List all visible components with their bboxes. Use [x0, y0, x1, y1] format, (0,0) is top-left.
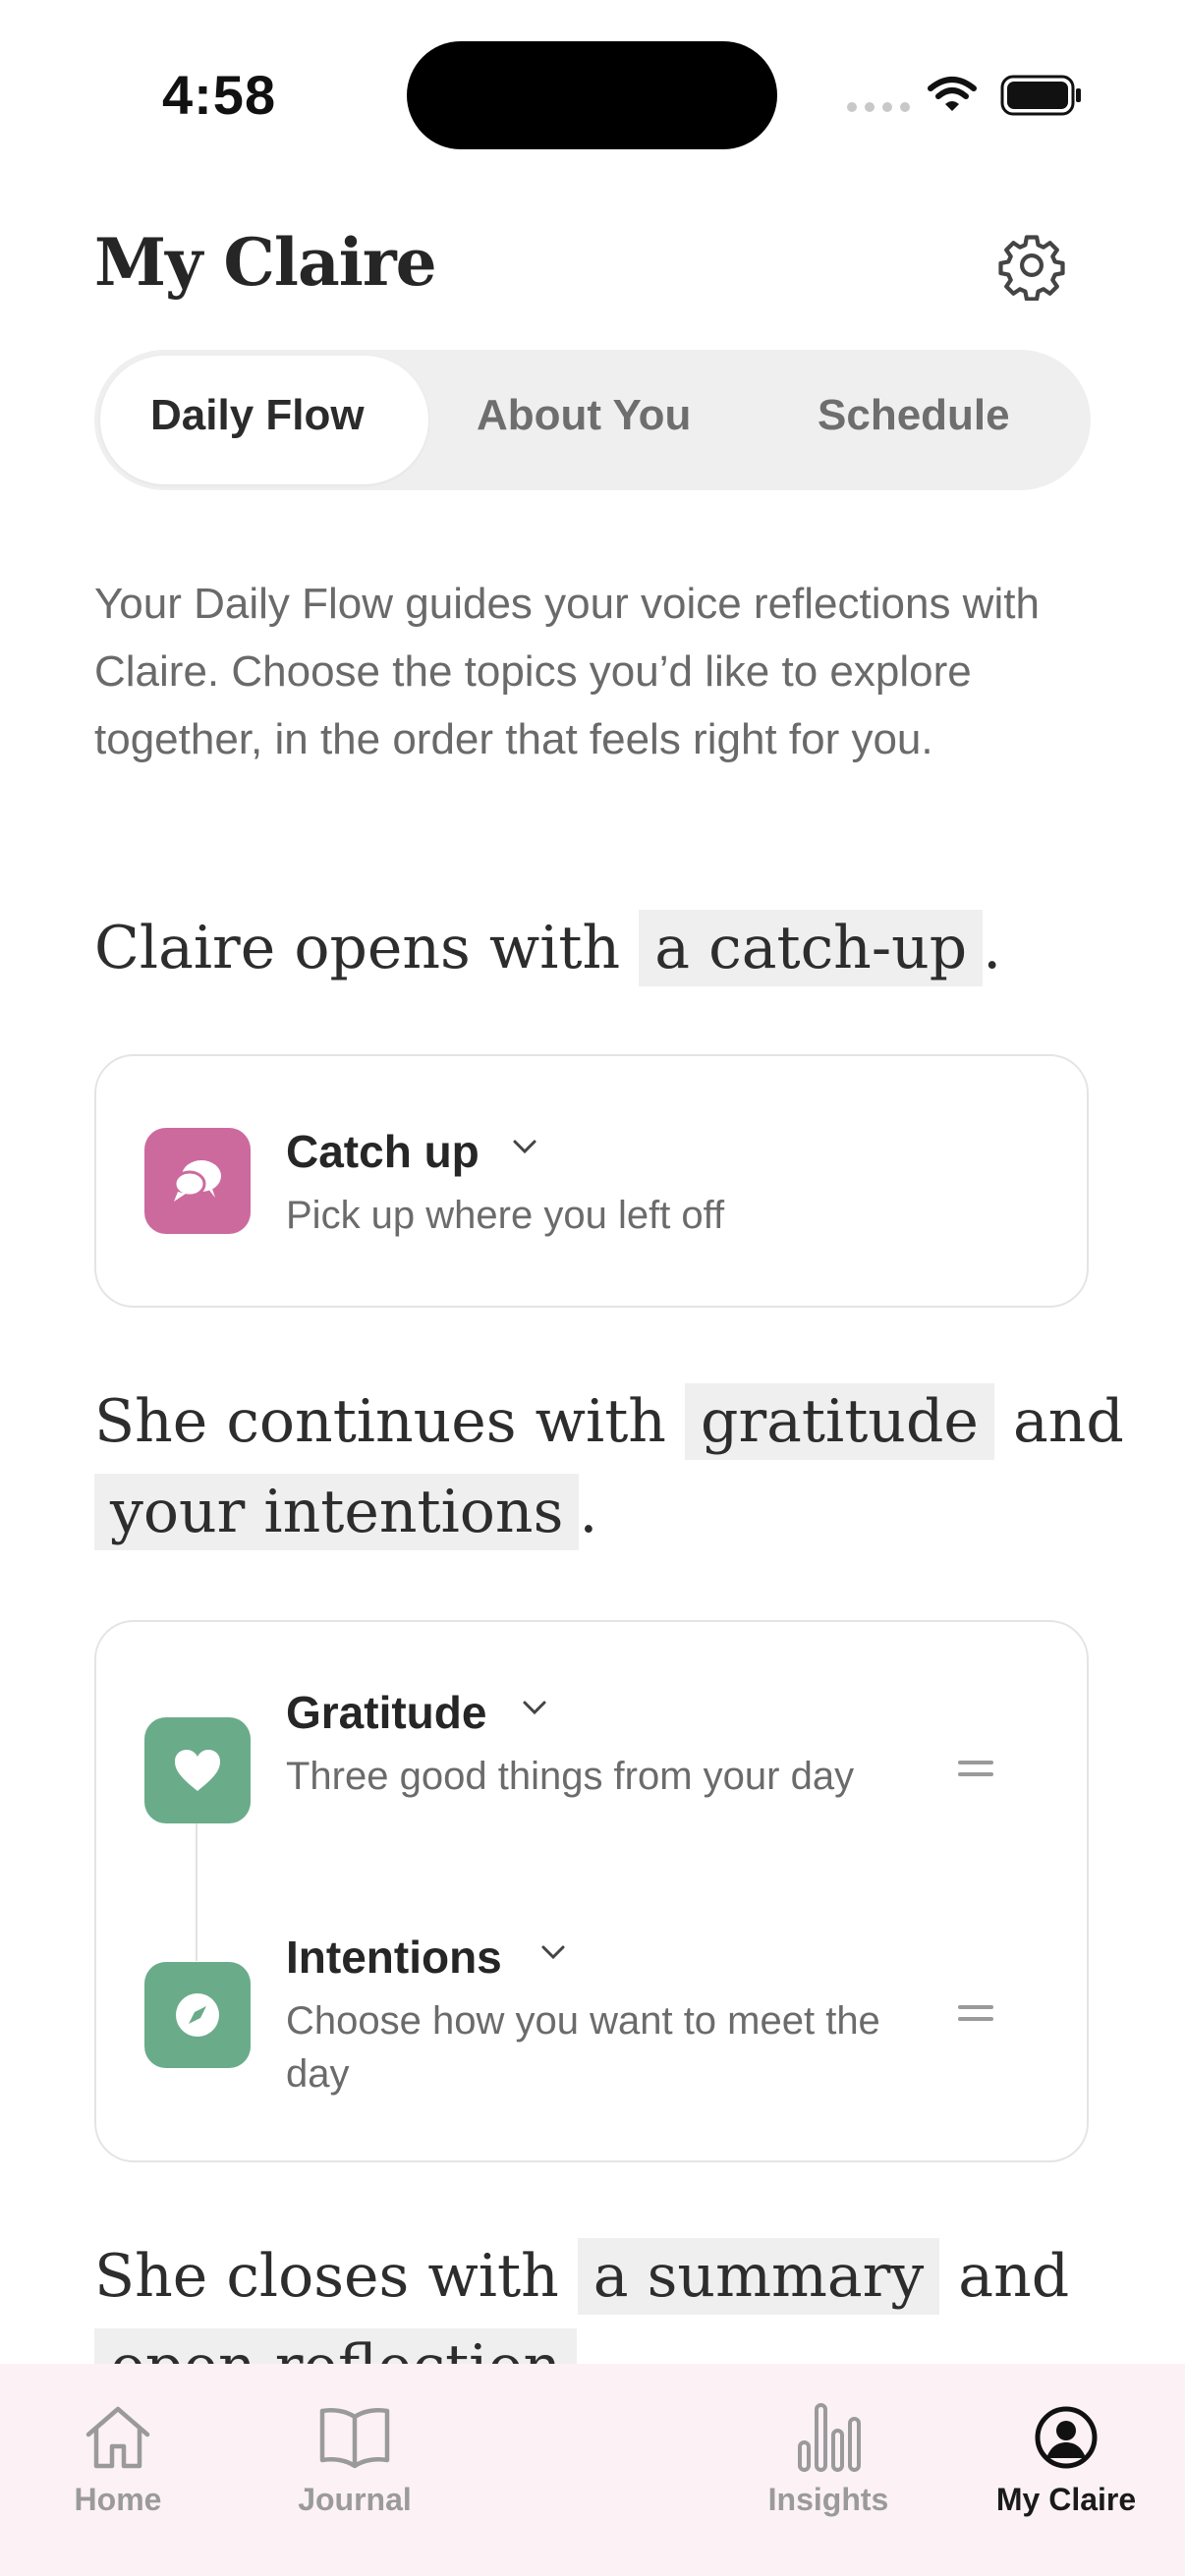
- intro-text: Your Daily Flow guides your voice reflec…: [94, 580, 1040, 763]
- compass-icon: [144, 1962, 251, 2068]
- wifi-icon: [928, 77, 977, 111]
- section-text: and: [958, 2242, 1070, 2311]
- gratitude-title: Gratitude: [286, 1687, 487, 1738]
- settings-gear-icon[interactable]: [996, 230, 1067, 301]
- journal-book-icon[interactable]: [318, 2405, 391, 2470]
- section-text: .: [983, 914, 1002, 982]
- tab-about-you[interactable]: About You: [477, 391, 691, 440]
- cellular-signal-icon: [847, 102, 910, 112]
- section-continue: She continues with gratitude and: [94, 1383, 1124, 1460]
- tab-my-claire-label[interactable]: My Claire: [968, 2482, 1164, 2518]
- connector-line: [196, 1823, 198, 1961]
- catchup-chat-icon: [144, 1128, 251, 1234]
- chevron-down-icon[interactable]: [539, 1943, 567, 1961]
- intentions-title: Intentions: [286, 1932, 502, 1983]
- status-time: 4:58: [162, 64, 277, 126]
- section-opening: Claire opens with a catch-up.: [94, 910, 1002, 986]
- topic-chip[interactable]: a catch-up: [639, 910, 984, 986]
- tab-journal-label[interactable]: Journal: [256, 2482, 453, 2518]
- tab-home-label[interactable]: Home: [20, 2482, 216, 2518]
- tab-insights-label[interactable]: Insights: [730, 2482, 927, 2518]
- section-continue-line2: your intentions.: [94, 1474, 598, 1550]
- drag-handle-icon[interactable]: [958, 1761, 993, 1778]
- section-text: and: [1012, 1387, 1124, 1456]
- section-text: .: [579, 1478, 598, 1546]
- topic-chip[interactable]: a summary: [577, 2238, 940, 2315]
- home-icon[interactable]: [83, 2403, 153, 2472]
- chevron-down-icon[interactable]: [521, 1699, 548, 1716]
- tab-schedule[interactable]: Schedule: [818, 391, 1010, 440]
- tab-bar: [0, 2364, 1185, 2576]
- catchup-subtitle: Pick up where you left off: [286, 1194, 725, 1237]
- section-closing: She closes with a summary and: [94, 2238, 1070, 2315]
- gratitude-subtitle: Three good things from your day: [286, 1755, 855, 1798]
- page-title: My Claire: [94, 224, 437, 301]
- battery-icon: [1000, 75, 1081, 116]
- section-text: She continues with: [94, 1387, 666, 1456]
- tab-daily-flow[interactable]: Daily Flow: [150, 391, 365, 440]
- section-text: She closes with: [94, 2242, 559, 2311]
- heart-icon: [144, 1717, 251, 1823]
- dynamic-island: [407, 41, 777, 149]
- chevron-down-icon[interactable]: [511, 1138, 538, 1155]
- section-text: Claire opens with: [94, 914, 621, 982]
- topic-chip[interactable]: your intentions: [94, 1474, 580, 1550]
- intentions-subtitle: Choose how you want to meet the day: [286, 1999, 880, 2096]
- insights-bars-icon[interactable]: [798, 2401, 861, 2472]
- profile-circle-icon[interactable]: [1034, 2405, 1099, 2470]
- catchup-title: Catch up: [286, 1126, 480, 1177]
- drag-handle-icon[interactable]: [958, 2005, 993, 2023]
- topic-chip[interactable]: gratitude: [685, 1383, 994, 1460]
